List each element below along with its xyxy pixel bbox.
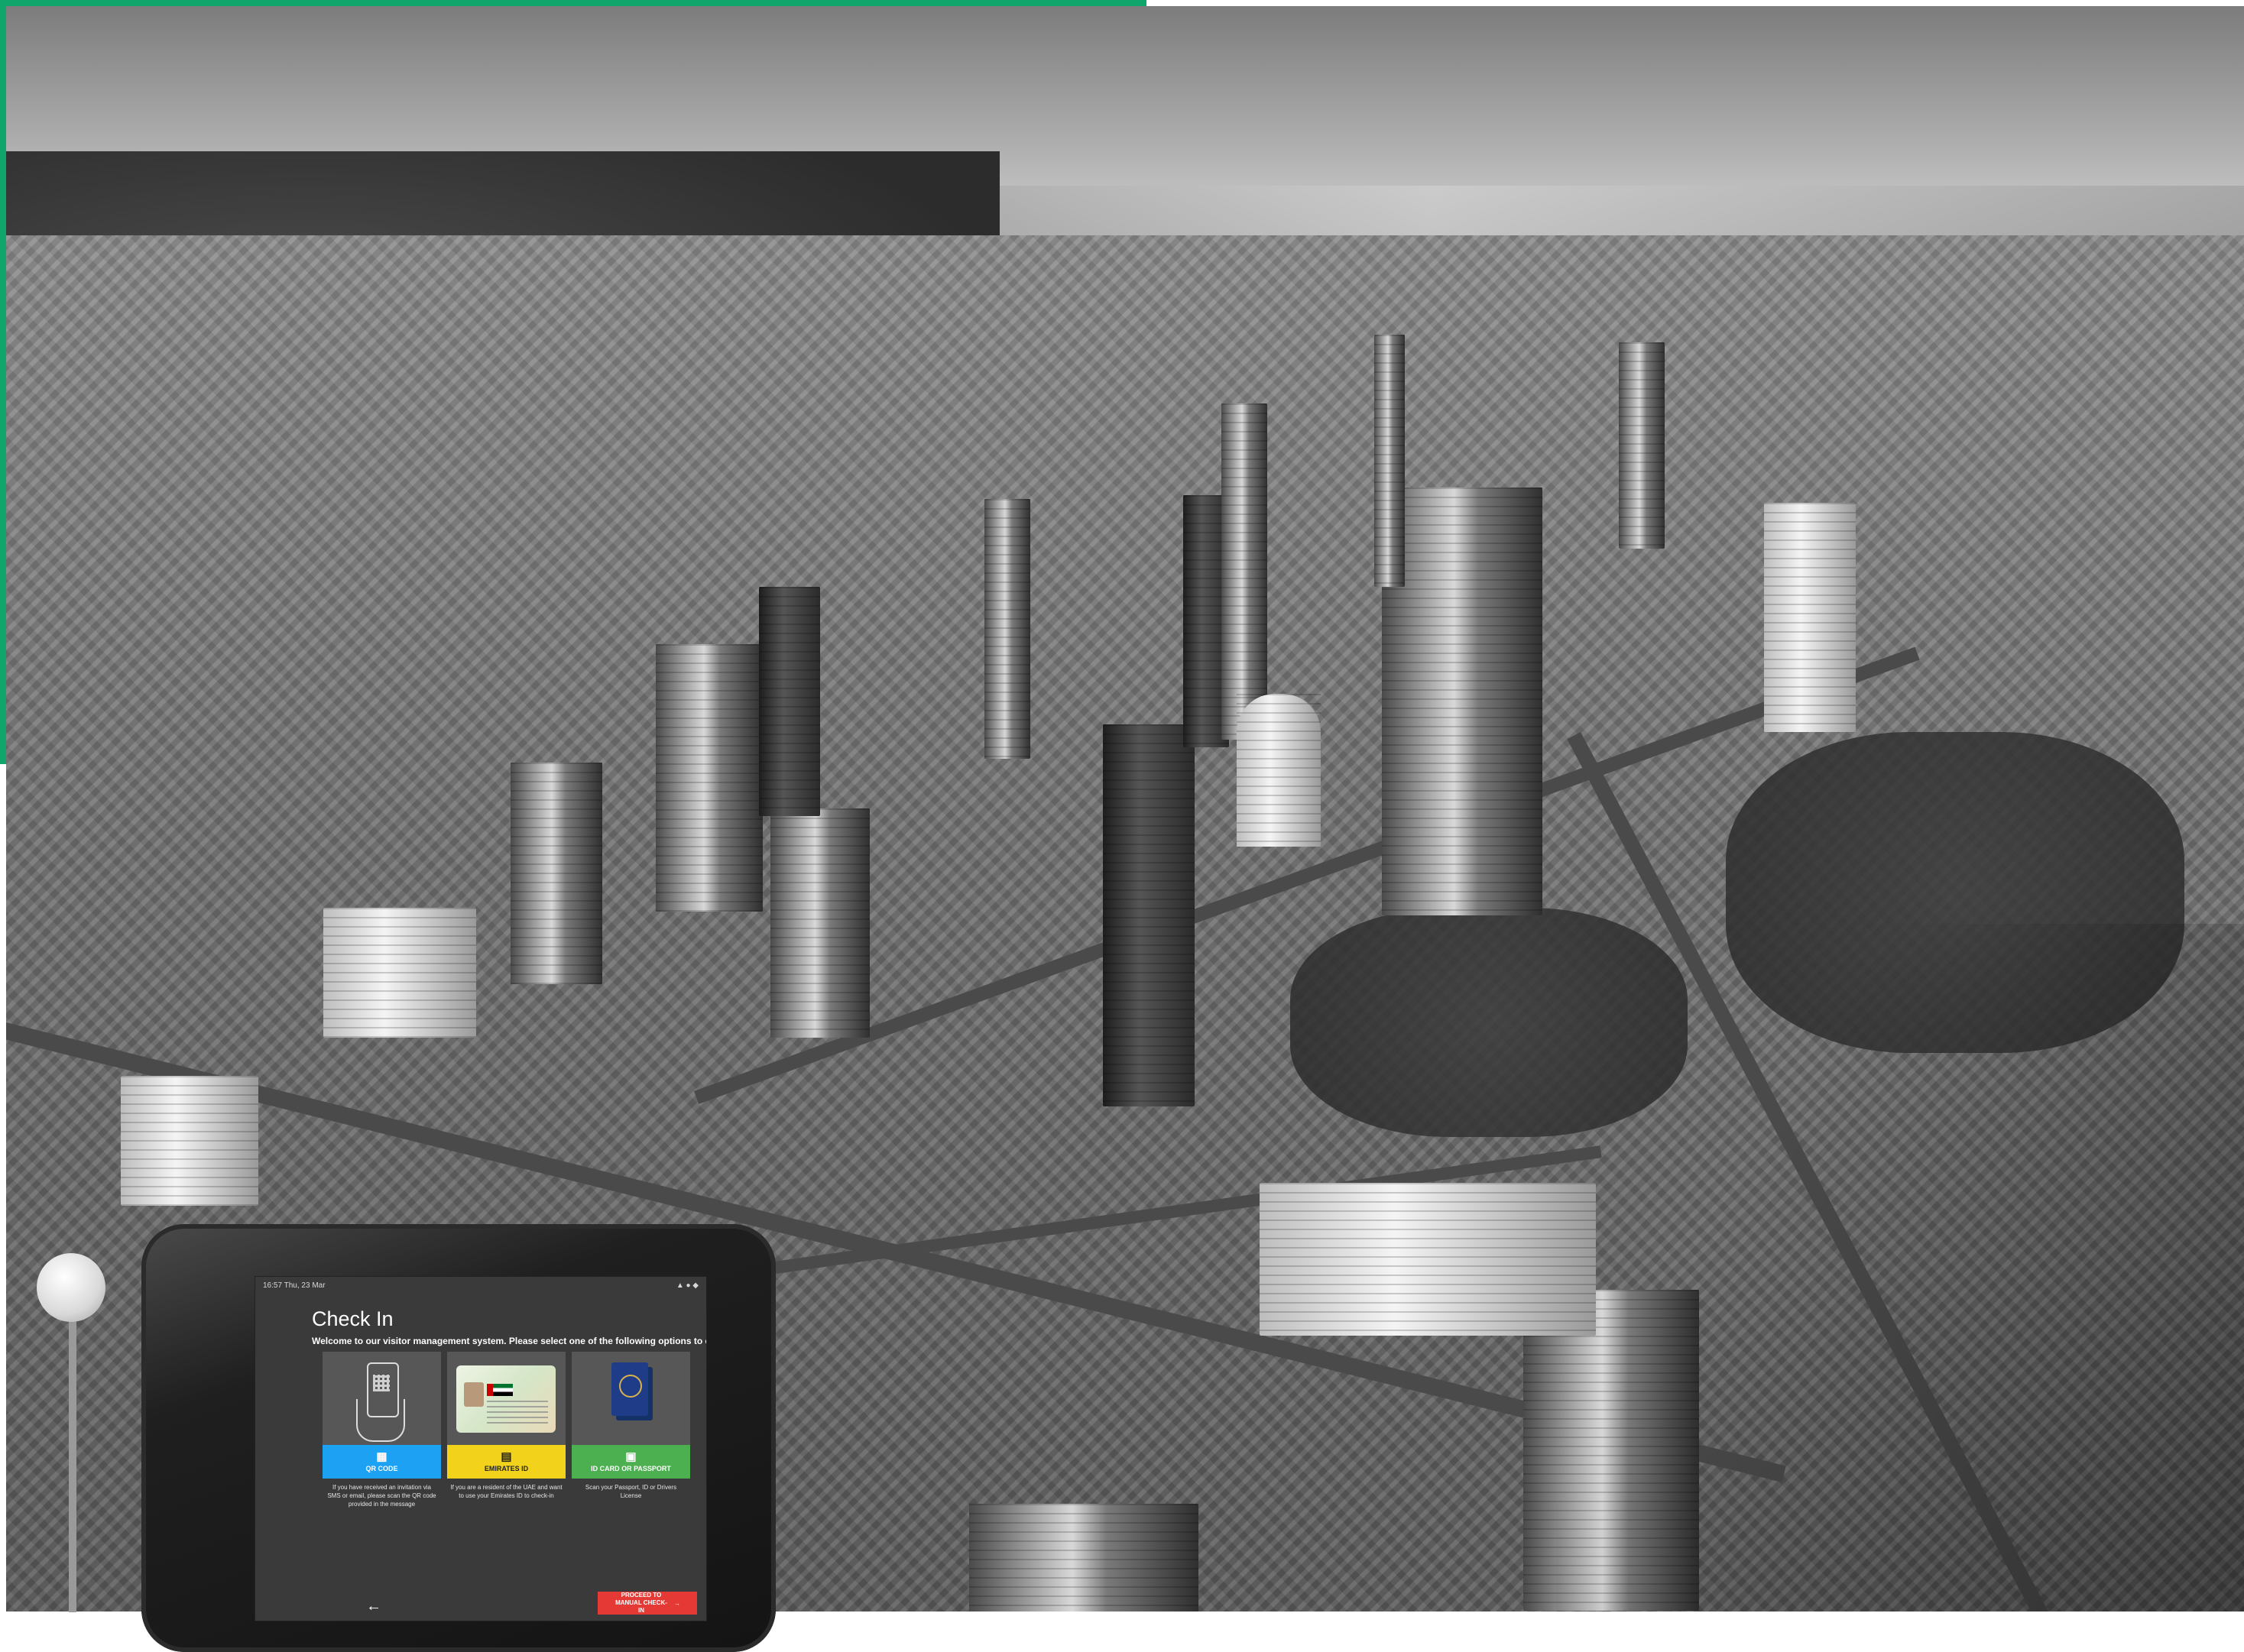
text-lines: [487, 1401, 548, 1424]
shadow-overlay: [1556, 924, 2244, 1612]
emirates-id-button[interactable]: ▤ EMIRATES ID: [447, 1445, 566, 1479]
qr-code-button[interactable]: ▦ QR CODE: [323, 1445, 441, 1479]
kiosk-device: 16:57 Thu, 23 Mar ▲ ● ◆ Check In Welcome…: [141, 1224, 776, 1652]
skyscraper: [1764, 503, 1856, 732]
skyscraper: [511, 763, 602, 984]
status-icons: ▲ ● ◆: [676, 1281, 699, 1290]
option-description: Scan your Passport, ID or Drivers Licens…: [585, 1484, 677, 1499]
id-card-icon: [456, 1365, 556, 1433]
accent-bar-top: [0, 0, 1146, 6]
passport-button[interactable]: ▣ ID CARD OR PASSPORT: [572, 1445, 690, 1479]
accent-bar-left: [0, 0, 6, 764]
globe-icon: [619, 1375, 642, 1398]
emirates-id-illustration: [447, 1352, 566, 1445]
skyscraper: [770, 808, 870, 1038]
skyscraper: [1619, 342, 1665, 549]
status-time: 16:57 Thu, 23 Mar: [263, 1281, 326, 1290]
skyscraper: [759, 587, 820, 816]
option-description: If you are a resident of the UAE and wan…: [450, 1484, 563, 1499]
qr-code-icon: [373, 1375, 390, 1391]
option-qr-code[interactable]: ▦ QR CODE If you have received an invita…: [323, 1352, 441, 1508]
qr-code-icon: ▦: [376, 1450, 388, 1463]
building: [969, 1504, 1198, 1612]
building: [323, 908, 476, 1038]
skyscraper: [1221, 403, 1267, 740]
skyscraper: [1237, 694, 1321, 847]
passport-icon: ▣: [625, 1450, 637, 1463]
building: [1260, 1183, 1596, 1336]
flag-icon: [487, 1384, 513, 1396]
id-card-icon: ▤: [501, 1450, 512, 1463]
page-subtitle: Welcome to our visitor management system…: [312, 1336, 707, 1346]
option-passport[interactable]: ▣ ID CARD OR PASSPORT Scan your Passport…: [572, 1352, 690, 1508]
skyscraper: [984, 499, 1030, 759]
option-description: If you have received an invitation via S…: [327, 1484, 436, 1508]
option-emirates-id[interactable]: ▤ EMIRATES ID If you are a resident of t…: [447, 1352, 566, 1508]
hand-icon: [356, 1399, 405, 1442]
status-bar: 16:57 Thu, 23 Mar ▲ ● ◆: [255, 1277, 706, 1294]
skyscraper: [1374, 335, 1405, 587]
checkin-options: ▦ QR CODE If you have received an invita…: [323, 1352, 690, 1508]
passport-illustration: [572, 1352, 690, 1445]
skyscraper: [1382, 488, 1542, 915]
page-title: Check In: [312, 1307, 394, 1330]
qr-illustration: [323, 1352, 441, 1445]
arrow-right-icon: →: [674, 1599, 680, 1607]
lamp-pole: [69, 1291, 76, 1612]
skyscraper: [656, 644, 763, 912]
lamp-light: [37, 1253, 105, 1322]
building: [121, 1076, 258, 1206]
skyscraper: [1103, 724, 1195, 1106]
photo-icon: [464, 1382, 484, 1407]
back-arrow-icon[interactable]: ←: [366, 1598, 381, 1615]
kiosk-screen: 16:57 Thu, 23 Mar ▲ ● ◆ Check In Welcome…: [255, 1276, 707, 1621]
